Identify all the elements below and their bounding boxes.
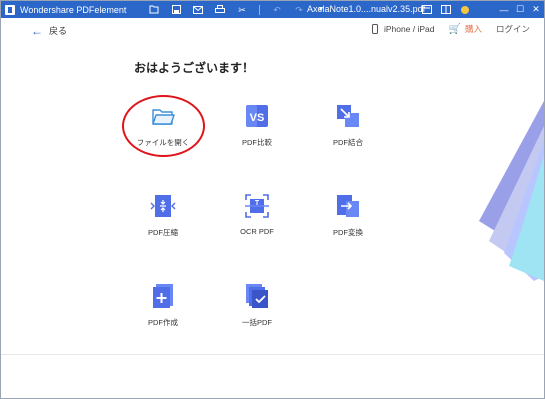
tool-pdf-create[interactable]: PDF作成 (123, 283, 203, 328)
pdf-merge-icon (337, 105, 359, 127)
device-link[interactable]: iPhone / iPad (384, 24, 435, 34)
back-arrow-icon: ← (31, 23, 43, 38)
window-controls: — ☐ ✕ (496, 1, 544, 18)
titlebar-right-icons (422, 1, 479, 18)
tool-label: 一括PDF (242, 318, 272, 327)
pdf-convert-icon (337, 195, 359, 217)
mail-icon[interactable] (193, 5, 203, 15)
tool-ocr-pdf[interactable]: T OCR PDF (217, 193, 297, 236)
back-label: 戻る (49, 26, 68, 36)
divider (259, 4, 260, 15)
app-title: Wondershare PDFelement (20, 4, 127, 15)
login-link[interactable]: ログイン (496, 23, 530, 35)
maximize-icon[interactable]: ☐ (512, 1, 528, 18)
panel-icon[interactable] (441, 5, 451, 15)
tool-label: PDF変換 (333, 228, 363, 237)
top-right-nav: iPhone / iPad 🛒 購入 ログイン (371, 23, 530, 35)
pdf-compare-icon: VS (246, 105, 268, 127)
app-window: Wondershare PDFelement ✂ ↶ ↷ ▼ AxelaNote… (0, 0, 545, 399)
greeting-heading: おはようございます！ (134, 61, 255, 75)
tool-pdf-convert[interactable]: PDF変換 (308, 193, 388, 238)
batch-pdf-icon (246, 284, 268, 308)
display-icon[interactable] (422, 5, 432, 15)
theme-sun-icon[interactable] (460, 5, 470, 15)
tool-pdf-merge[interactable]: PDF結合 (308, 103, 388, 148)
back-button[interactable]: ← 戻る (31, 24, 67, 37)
save-icon[interactable] (171, 5, 181, 15)
cut-icon[interactable]: ✂ (237, 5, 247, 15)
minimize-icon[interactable]: — (496, 1, 512, 18)
tool-pdf-compress[interactable]: PDF圧縮 (123, 193, 203, 238)
decorative-cards (479, 101, 544, 281)
buy-button[interactable]: 🛒 購入 (449, 23, 482, 35)
bottom-divider (1, 354, 544, 355)
buy-label: 購入 (464, 24, 482, 34)
redo-icon[interactable]: ↷ (294, 5, 304, 15)
svg-text:VS: VS (250, 112, 265, 124)
undo-icon[interactable]: ↶ (272, 5, 282, 15)
tool-label: PDF結合 (333, 138, 363, 147)
tool-label: PDF作成 (148, 318, 178, 327)
open-file-icon[interactable] (149, 5, 159, 15)
tool-label: PDF比較 (242, 138, 272, 147)
phone-icon (371, 24, 378, 34)
close-icon[interactable]: ✕ (528, 1, 544, 18)
pdf-compress-icon (150, 195, 176, 217)
app-logo-icon (5, 4, 15, 15)
tool-label: PDF圧縮 (148, 228, 178, 237)
title-bar: Wondershare PDFelement ✂ ↶ ↷ ▼ AxelaNote… (1, 1, 544, 18)
svg-text:T: T (255, 200, 260, 207)
cart-icon: 🛒 (448, 23, 461, 35)
pdf-create-icon (153, 284, 173, 308)
highlight-annotation-circle (122, 95, 205, 157)
ocr-icon: T (245, 194, 269, 218)
print-icon[interactable] (215, 5, 225, 15)
document-name: AxelaNote1.0....nualv2.35.pdf (307, 4, 426, 14)
tool-batch-pdf[interactable]: 一括PDF (217, 283, 297, 328)
tool-label: OCR PDF (240, 227, 274, 236)
tool-pdf-compare[interactable]: VS PDF比較 (217, 103, 297, 148)
